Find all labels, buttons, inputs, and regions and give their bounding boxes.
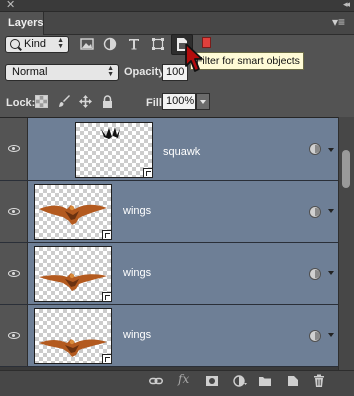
adjustment-layer-filter-icon[interactable] xyxy=(103,37,117,51)
close-panel-icon[interactable]: ✕ xyxy=(6,0,15,11)
panel-title-strip xyxy=(0,0,354,12)
tab-layers-label: Layers xyxy=(8,17,44,29)
eye-icon xyxy=(8,332,20,339)
layer-row[interactable]: squawk xyxy=(0,118,338,181)
fill-input[interactable]: 100% xyxy=(162,93,196,110)
new-adjustment-layer-icon[interactable] xyxy=(233,374,247,388)
collapse-panel-icon[interactable]: ◂◂ xyxy=(343,0,350,10)
add-mask-icon[interactable] xyxy=(205,374,219,388)
expand-arrow-icon[interactable] xyxy=(328,271,334,275)
layer-name[interactable]: wings xyxy=(123,329,151,341)
smart-object-badge-icon xyxy=(102,230,112,240)
filter-effects-icon[interactable] xyxy=(309,206,321,218)
lock-label: Lock: xyxy=(6,97,36,109)
filter-effects-icon[interactable] xyxy=(309,143,321,155)
layer-thumbnail[interactable] xyxy=(34,246,112,302)
panel-tab-bar xyxy=(0,12,354,35)
shape-layer-filter-icon[interactable] xyxy=(151,37,165,51)
fill-value: 100% xyxy=(166,95,195,107)
mouse-cursor-icon xyxy=(185,43,203,72)
blend-mode-select[interactable]: Normal ▲ ▼ xyxy=(5,64,119,81)
visibility-toggle[interactable] xyxy=(0,181,28,242)
tooltip-text: Filter for smart objects xyxy=(196,55,300,67)
updown-arrows-icon: ▲ ▼ xyxy=(107,65,114,78)
lock-transparent-pixels-icon[interactable] xyxy=(35,95,48,108)
blend-mode-value: Normal xyxy=(12,66,48,78)
layer-name[interactable]: wings xyxy=(123,205,151,217)
type-layer-filter-icon[interactable] xyxy=(127,37,141,51)
eye-icon xyxy=(8,145,20,152)
layer-thumbnail[interactable] xyxy=(34,308,112,364)
layer-thumbnail[interactable] xyxy=(34,184,112,240)
bird-thumbnail-image xyxy=(39,204,107,225)
new-group-folder-icon[interactable] xyxy=(258,374,272,388)
thumbnail-image xyxy=(101,127,120,139)
layer-thumbnail[interactable] xyxy=(75,122,153,178)
expand-arrow-icon[interactable] xyxy=(328,209,334,213)
bird-thumbnail-image xyxy=(39,273,107,291)
eye-icon xyxy=(8,270,20,277)
panel-menu-icon[interactable]: ▾≡ xyxy=(332,16,348,28)
layers-list[interactable]: squawk wings wings wings xyxy=(0,117,338,371)
scrollbar-thumb[interactable] xyxy=(342,150,350,188)
new-layer-icon[interactable] xyxy=(286,374,300,388)
layer-name[interactable]: squawk xyxy=(163,146,200,158)
move-icon[interactable] xyxy=(79,95,92,108)
expand-arrow-icon[interactable] xyxy=(328,148,334,152)
smart-object-badge-icon xyxy=(102,354,112,364)
bird-thumbnail-image xyxy=(39,339,107,357)
panel-footer xyxy=(0,370,354,396)
trash-icon[interactable] xyxy=(312,374,326,388)
filter-type-label: Kind xyxy=(24,38,47,50)
updown-arrows-icon: ▲ ▼ xyxy=(57,37,64,50)
lock-icon[interactable] xyxy=(101,95,114,108)
eye-icon xyxy=(8,208,20,215)
visibility-toggle[interactable] xyxy=(0,305,28,366)
pixel-layer-filter-icon[interactable] xyxy=(80,37,94,51)
filter-effects-icon[interactable] xyxy=(309,268,321,280)
smart-object-badge-icon xyxy=(102,292,112,302)
visibility-toggle[interactable] xyxy=(0,118,28,180)
layer-style-fx-icon[interactable]: fx xyxy=(178,372,189,386)
layer-row[interactable]: wings xyxy=(0,305,338,367)
filter-type-select[interactable]: Kind ▲ ▼ xyxy=(5,36,69,53)
search-icon xyxy=(10,39,20,49)
filter-effects-icon[interactable] xyxy=(309,330,321,342)
link-layers-icon[interactable] xyxy=(149,374,163,388)
layer-row[interactable]: wings xyxy=(0,243,338,305)
layer-row[interactable]: wings xyxy=(0,181,338,243)
tab-layers[interactable]: Layers xyxy=(0,12,44,35)
smart-object-badge-icon xyxy=(143,168,153,178)
fill-dropdown-button[interactable] xyxy=(196,93,210,110)
brush-icon[interactable] xyxy=(58,95,71,108)
visibility-toggle[interactable] xyxy=(0,243,28,304)
expand-arrow-icon[interactable] xyxy=(328,333,334,337)
layer-name[interactable]: wings xyxy=(123,267,151,279)
